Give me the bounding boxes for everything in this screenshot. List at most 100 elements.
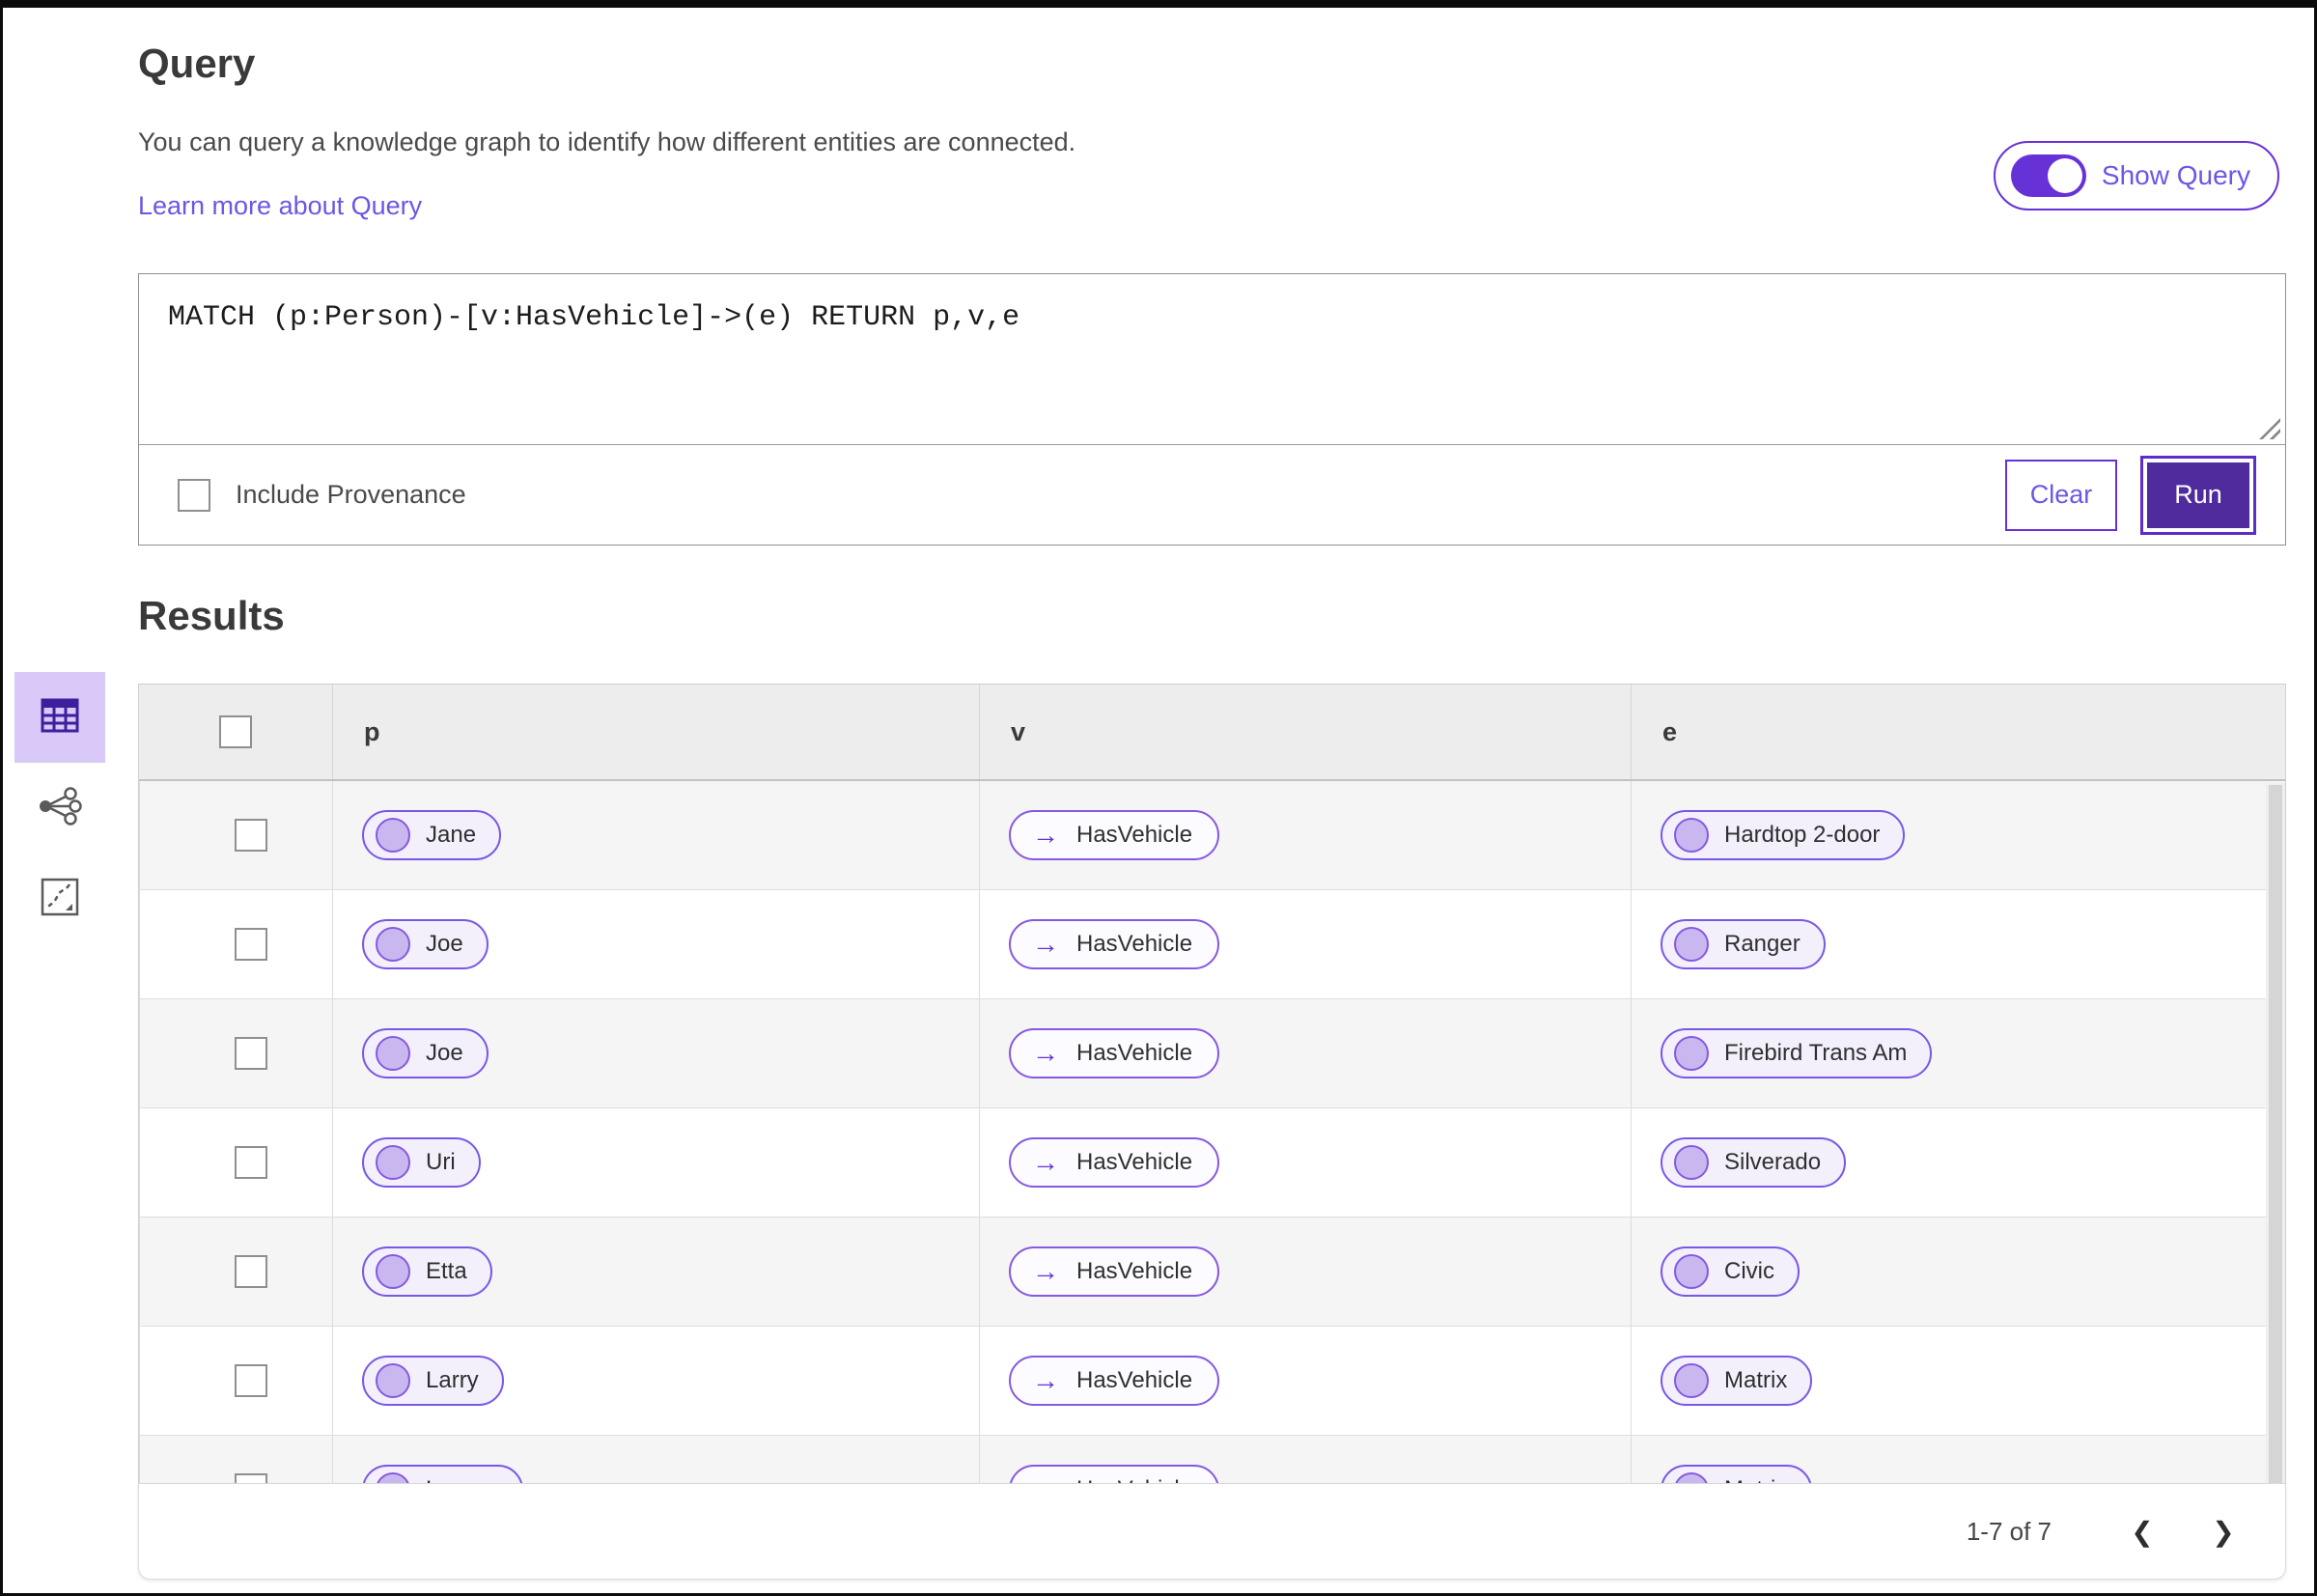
map-view-button[interactable] xyxy=(14,854,105,944)
table-row: Etta → HasVehicle Civic xyxy=(139,1218,2285,1327)
table-scrollbar[interactable] xyxy=(2266,783,2285,1485)
row-select-cell xyxy=(139,1327,332,1435)
pill-label: Joe xyxy=(426,1040,463,1066)
column-header-v[interactable]: v xyxy=(979,685,1631,779)
cell-e: Hardtop 2-door xyxy=(1631,781,2285,889)
edge-pill[interactable]: →HasVehicle xyxy=(1009,1246,1220,1297)
table-row: Lauren →HasVehicle Matrix xyxy=(139,1436,2285,1485)
next-page-button[interactable]: ❯ xyxy=(2194,1502,2252,1560)
column-header-e[interactable]: e xyxy=(1631,685,2285,779)
node-pill[interactable]: Uri xyxy=(362,1137,481,1188)
select-all-checkbox[interactable] xyxy=(219,715,252,748)
cell-p: Joe xyxy=(332,999,979,1107)
query-description: You can query a knowledge graph to ident… xyxy=(138,127,1076,156)
edge-pill[interactable]: →HasVehicle xyxy=(1009,1137,1220,1188)
run-button[interactable]: Run xyxy=(2140,455,2256,535)
cell-v: → HasVehicle xyxy=(979,999,1631,1107)
show-query-label: Show Query xyxy=(2101,160,2250,190)
pill-label: HasVehicle xyxy=(1076,822,1193,848)
edge-pill[interactable]: →HasVehicle xyxy=(1009,1465,1220,1485)
edge-arrow-icon: → xyxy=(1032,929,1059,959)
edge-arrow-icon: → xyxy=(1032,1038,1059,1068)
edge-pill[interactable]: → HasVehicle xyxy=(1009,1028,1220,1078)
cell-e: Matrix xyxy=(1631,1327,2285,1435)
show-query-toggle[interactable]: Show Query xyxy=(1993,141,2279,210)
cell-v: → HasVehicle xyxy=(979,1327,1631,1435)
chevron-right-icon: ❯ xyxy=(2212,1516,2235,1547)
cell-p: Jane xyxy=(332,781,979,889)
pill-label: Matrix xyxy=(1724,1367,1788,1393)
cell-p: Joe xyxy=(332,890,979,998)
node-circle-icon xyxy=(376,1145,410,1180)
table-row: Jane → HasVehicle Hardtop 2-door xyxy=(139,781,2285,890)
pill-label: HasVehicle xyxy=(1076,1258,1193,1284)
row-checkbox[interactable] xyxy=(234,928,267,961)
table-body: Jane → HasVehicle Hardtop 2-door Joe → HasVehi… xyxy=(139,781,2285,1485)
pill-label: Silverado xyxy=(1724,1149,1822,1175)
pill-label: Ranger xyxy=(1724,931,1801,957)
node-circle-icon xyxy=(1674,1145,1709,1180)
pill-label: HasVehicle xyxy=(1076,1367,1193,1393)
node-pill[interactable]: Etta xyxy=(362,1246,492,1297)
pill-label: HasVehicle xyxy=(1076,931,1193,957)
row-checkbox[interactable] xyxy=(234,1255,267,1288)
node-circle-icon xyxy=(376,1363,410,1398)
include-provenance-checkbox[interactable] xyxy=(178,478,210,512)
network-icon xyxy=(38,786,82,830)
cell-e: Matrix xyxy=(1631,1436,2285,1485)
edge-arrow-icon: → xyxy=(1032,820,1059,850)
results-section-title: Results xyxy=(138,593,285,638)
row-checkbox[interactable] xyxy=(234,1146,267,1179)
page-range-label: 1-7 of 7 xyxy=(1966,1516,2052,1546)
pagination-bar: 1-7 of 7 ❮ ❯ xyxy=(138,1483,2286,1580)
query-panel: MATCH (p:Person)-[v:HasVehicle]->(e) RET… xyxy=(138,273,2286,546)
row-checkbox[interactable] xyxy=(234,819,267,852)
node-pill[interactable]: Jane xyxy=(362,810,502,860)
node-pill[interactable]: Matrix xyxy=(1661,1465,1813,1485)
query-editor[interactable]: MATCH (p:Person)-[v:HasVehicle]->(e) RET… xyxy=(139,274,2285,445)
node-pill[interactable]: Silverado xyxy=(1661,1137,1847,1188)
edge-pill[interactable]: →HasVehicle xyxy=(1009,1356,1220,1406)
query-text: MATCH (p:Person)-[v:HasVehicle]->(e) RET… xyxy=(168,301,1020,334)
node-pill[interactable]: Firebird Trans Am xyxy=(1661,1028,1933,1078)
table-view-button[interactable] xyxy=(14,672,105,763)
edge-pill[interactable]: → HasVehicle xyxy=(1009,810,1220,860)
node-pill[interactable]: Matrix xyxy=(1661,1356,1813,1406)
cell-v: → HasVehicle xyxy=(979,781,1631,889)
previous-page-button[interactable]: ❮ xyxy=(2113,1502,2171,1560)
node-pill[interactable]: Larry xyxy=(362,1356,504,1406)
pill-label: HasVehicle xyxy=(1076,1040,1193,1066)
cell-e: Ranger xyxy=(1631,890,2285,998)
table-row: Larry → HasVehicle Matrix xyxy=(139,1327,2285,1436)
app-window: Query You can query a knowledge graph to… xyxy=(0,0,2317,1596)
node-circle-icon xyxy=(1674,1363,1709,1398)
table-icon xyxy=(41,698,79,738)
clear-button[interactable]: Clear xyxy=(2005,459,2117,531)
node-pill[interactable]: Lauren xyxy=(362,1465,523,1485)
node-pill[interactable]: Civic xyxy=(1661,1246,1800,1297)
node-pill[interactable]: Hardtop 2-door xyxy=(1661,810,1906,860)
route-icon xyxy=(41,878,79,921)
include-provenance-label: Include Provenance xyxy=(236,480,466,509)
pill-label: HasVehicle xyxy=(1076,1149,1193,1175)
node-pill[interactable]: Joe xyxy=(362,1028,489,1078)
toggle-switch-icon[interactable] xyxy=(2010,154,2086,197)
table-header-row: p v e xyxy=(139,685,2285,781)
node-pill[interactable]: Joe xyxy=(362,919,489,969)
edge-pill[interactable]: → HasVehicle xyxy=(1009,919,1220,969)
learn-more-link[interactable]: Learn more about Query xyxy=(138,191,422,221)
row-select-cell xyxy=(139,1436,332,1485)
node-circle-icon xyxy=(376,927,410,962)
row-checkbox[interactable] xyxy=(234,1037,267,1070)
graph-view-button[interactable] xyxy=(14,763,105,854)
pill-label: Jane xyxy=(426,822,477,848)
node-pill[interactable]: Ranger xyxy=(1661,919,1826,969)
resize-handle-icon[interactable] xyxy=(2259,418,2280,439)
cell-v: → HasVehicle xyxy=(979,1218,1631,1326)
cell-p: Etta xyxy=(332,1218,979,1326)
scrollbar-thumb[interactable] xyxy=(2269,785,2282,1485)
column-header-p[interactable]: p xyxy=(332,685,979,779)
node-circle-icon xyxy=(1674,818,1709,853)
cell-v: → HasVehicle xyxy=(979,890,1631,998)
row-checkbox[interactable] xyxy=(234,1364,267,1397)
